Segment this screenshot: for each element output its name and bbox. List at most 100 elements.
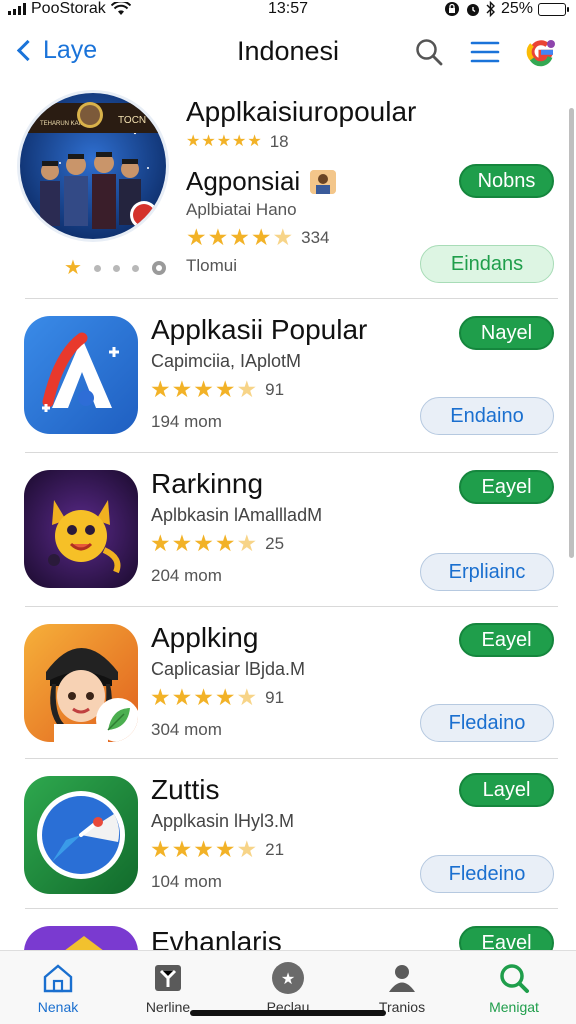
home-indicator bbox=[190, 1010, 386, 1016]
list-item[interactable]: Applking Caplicasiar lBjda.M ★ ★ ★ ★ ★ 91 30… bbox=[0, 606, 576, 760]
rating-count: 91 bbox=[265, 687, 285, 707]
app-meta: 304 mom bbox=[151, 720, 222, 739]
featured-secondary-button[interactable]: Eindans bbox=[420, 245, 554, 283]
featured-app[interactable]: TEHARUN KAIKAN TOCN ★ Applkaisiuropoular… bbox=[0, 88, 576, 298]
rating-count: 18 bbox=[269, 132, 289, 151]
app-subtitle: Applkasin lHyl3.M bbox=[151, 811, 295, 831]
divider bbox=[25, 298, 558, 299]
tab-tranios[interactable]: Tranios bbox=[352, 961, 452, 1015]
app-subtitle: Aplbkasin lAmallladM bbox=[151, 505, 323, 525]
star-rating: ★ ★ ★ ★ ★ bbox=[150, 532, 257, 555]
svg-text:★: ★ bbox=[281, 969, 295, 988]
divider bbox=[25, 452, 558, 453]
star-rating: ★ ★ ★ ★ ★ bbox=[186, 134, 262, 150]
nav-actions bbox=[412, 35, 558, 69]
star-icon: ★ bbox=[214, 836, 236, 862]
app-title: Evhanlaris bbox=[151, 926, 282, 950]
get-button[interactable]: Nayel bbox=[459, 316, 554, 350]
app-title: Applkasii Popular bbox=[151, 314, 368, 345]
star-rating: ★ ★ ★ ★ ★ bbox=[150, 838, 257, 861]
battery-percent: 25% bbox=[500, 0, 533, 17]
list-item[interactable]: Zuttis Applkasin lHyl3.M ★ ★ ★ ★ ★ 21 104 mo… bbox=[0, 758, 576, 912]
star-icon: ★ bbox=[171, 530, 193, 556]
star-icon: ★ bbox=[171, 684, 193, 710]
star-icon: ★ bbox=[236, 684, 258, 710]
star-icon: ★ bbox=[232, 133, 247, 150]
app-rating: ★ ★ ★ ★ ★ 25 bbox=[150, 532, 284, 555]
google-icon[interactable] bbox=[524, 35, 558, 69]
page-dot[interactable] bbox=[131, 264, 139, 272]
list-item[interactable]: Rarkinng Aplbkasin lAmallladM ★ ★ ★ ★ ★ 25 2… bbox=[0, 452, 576, 606]
star-icon: ★ bbox=[186, 224, 207, 250]
secondary-button[interactable]: Endaino bbox=[420, 397, 554, 435]
flag-icon bbox=[151, 961, 185, 995]
star-rating: ★ ★ ★ ★ ★ bbox=[150, 378, 257, 401]
secondary-button[interactable]: Fledaino bbox=[420, 704, 554, 742]
list-item[interactable]: Evhanlaris Eavel bbox=[0, 908, 576, 950]
app-rating: ★ ★ ★ ★ ★ 91 bbox=[150, 686, 284, 709]
page-dot[interactable] bbox=[112, 264, 120, 272]
app-icon bbox=[24, 776, 138, 894]
list-item[interactable]: Applkasii Popular Capimciia, IAplotM ★ ★ ★… bbox=[0, 298, 576, 452]
app-subtitle: Caplicasiar lBjda.M bbox=[151, 659, 306, 679]
app-title: Zuttis bbox=[151, 774, 220, 805]
app-icon bbox=[24, 316, 138, 434]
battery-icon bbox=[538, 2, 569, 16]
star-icon: ★ bbox=[193, 530, 214, 556]
featured-get-button[interactable]: Nobns bbox=[459, 164, 554, 198]
secondary-button[interactable]: Erpliainc bbox=[420, 553, 554, 591]
secondary-button[interactable]: Fledeino bbox=[420, 855, 554, 893]
get-button[interactable]: Layel bbox=[459, 773, 554, 807]
app-rating: ★ ★ ★ ★ ★ 91 bbox=[150, 378, 284, 401]
star-rating: ★ ★ ★ ★ ★ bbox=[150, 686, 257, 709]
app-icon bbox=[24, 624, 138, 742]
page-dot[interactable] bbox=[93, 264, 101, 272]
star-icon: ★ bbox=[193, 376, 214, 402]
star-circle-icon: ★ bbox=[271, 961, 305, 995]
featured-subtitle-row: Agponsiai bbox=[186, 166, 337, 197]
star-icon: ★ bbox=[247, 133, 262, 150]
app-icon bbox=[24, 926, 138, 950]
app-subtitle: Capimciia, IAplotM bbox=[151, 351, 302, 371]
star-icon: ★ bbox=[216, 133, 232, 150]
app-meta: 194 mom bbox=[151, 412, 222, 431]
search-icon bbox=[497, 961, 531, 995]
tab-home[interactable]: Nenak bbox=[8, 961, 108, 1015]
divider bbox=[25, 758, 558, 759]
bluetooth-icon bbox=[486, 1, 495, 17]
featured-meta: Tlomui bbox=[186, 256, 238, 275]
status-bar: PooStorak 13:57 25% bbox=[0, 0, 576, 22]
star-icon: ★ bbox=[236, 376, 258, 402]
app-rating: ★ ★ ★ ★ ★ 21 bbox=[150, 838, 284, 861]
rating-count: 334 bbox=[301, 227, 330, 247]
star-icon: ★ bbox=[229, 224, 250, 250]
get-button[interactable]: Eavel bbox=[459, 926, 554, 950]
star-icon: ★ bbox=[236, 836, 258, 862]
featured-title: Applkaisiuropoular bbox=[186, 96, 417, 127]
star-icon: ★ bbox=[236, 530, 258, 556]
featured-badge: TOCN bbox=[118, 115, 146, 126]
tab-nerline[interactable]: Nerline bbox=[118, 961, 218, 1015]
star-icon: ★ bbox=[193, 684, 214, 710]
featured-rating-2: ★ ★ ★ ★ ★ 334 bbox=[186, 226, 330, 249]
rating-count: 21 bbox=[265, 839, 285, 859]
get-button[interactable]: Eayel bbox=[459, 623, 554, 657]
tab-peclau[interactable]: ★ Peclau bbox=[238, 961, 338, 1015]
divider bbox=[25, 908, 558, 909]
get-button[interactable]: Eayel bbox=[459, 470, 554, 504]
tab-search[interactable]: Menigat bbox=[464, 961, 564, 1015]
scrollbar[interactable] bbox=[569, 108, 574, 558]
star-icon: ★ bbox=[201, 133, 216, 150]
divider bbox=[25, 606, 558, 607]
star-icon: ★ bbox=[272, 224, 294, 250]
rating-count: 91 bbox=[265, 379, 285, 399]
menu-icon[interactable] bbox=[468, 35, 502, 69]
smiley-icon bbox=[151, 261, 166, 275]
page-indicator[interactable]: ★ bbox=[64, 258, 167, 278]
star-icon: ★ bbox=[186, 133, 201, 150]
search-icon[interactable] bbox=[412, 35, 446, 69]
star-icon: ★ bbox=[150, 530, 171, 556]
star-icon: ★ bbox=[150, 836, 171, 862]
star-icon: ★ bbox=[150, 376, 171, 402]
status-right: 25% bbox=[444, 0, 569, 18]
